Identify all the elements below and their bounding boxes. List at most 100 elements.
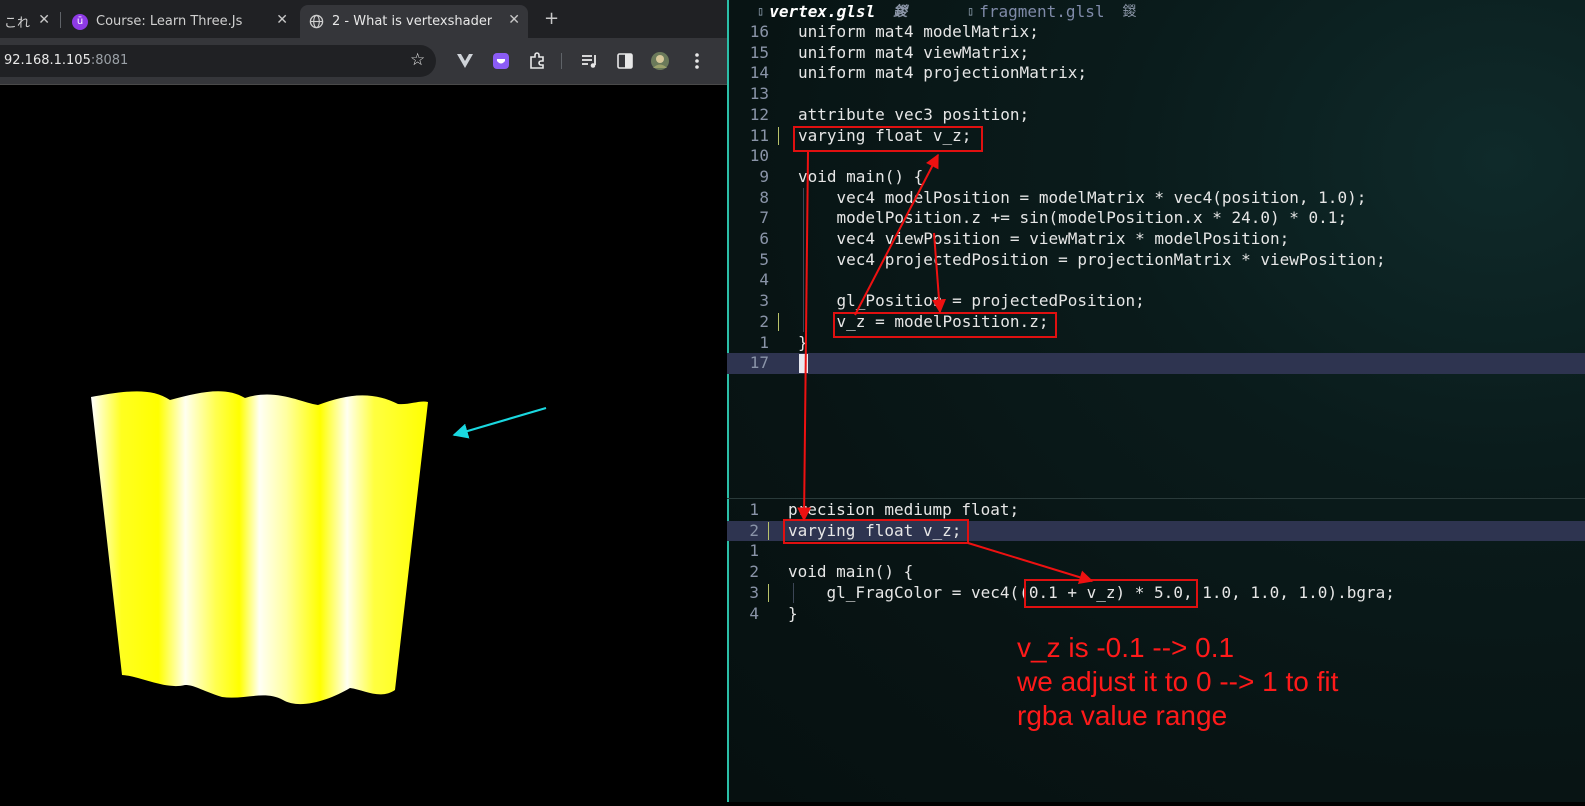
line-number: 8 bbox=[759, 187, 769, 207]
code-text: vec4 modelPosition = modelMatrix * vec4(… bbox=[798, 187, 1367, 207]
url-text: 92.168.1.105:8081 bbox=[4, 53, 128, 68]
code-line[interactable]: 17 bbox=[727, 353, 1585, 374]
line-number: 15 bbox=[749, 42, 769, 62]
code-line[interactable]: 10 bbox=[727, 146, 1585, 167]
side-panel-icon[interactable] bbox=[615, 51, 635, 71]
line-number: 1 bbox=[759, 332, 769, 352]
git-change-marker bbox=[768, 583, 769, 602]
code-text: modelPosition.z += sin(modelPosition.x *… bbox=[798, 208, 1348, 228]
close-tab-icon[interactable]: ✕ bbox=[38, 12, 50, 28]
line-number: 11 bbox=[749, 125, 769, 145]
annotation-line: we adjust it to 0 --> 1 to fit bbox=[1017, 666, 1339, 697]
tab-filename: fragment.glsl bbox=[979, 1, 1105, 21]
tab-japanese-page[interactable]: これ ✕ bbox=[0, 5, 58, 38]
code-line[interactable]: 9 void main() { bbox=[727, 167, 1585, 188]
code-line[interactable]: 11 varying float v_z; bbox=[727, 126, 1585, 147]
editor-tab-fragment[interactable]: ▯ fragment.glsl 鍐 bbox=[967, 0, 1136, 22]
line-number: 5 bbox=[759, 249, 769, 269]
line-number: 6 bbox=[759, 229, 769, 248]
url-host: 92.168.1.105 bbox=[4, 53, 91, 68]
tab-bar: これ ✕ ū Course: Learn Three.Js a ✕ 2 - Wh… bbox=[0, 0, 727, 38]
code-line[interactable]: 14 uniform mat4 projectionMatrix; bbox=[727, 63, 1585, 84]
code-line[interactable]: 1 precision mediump float; bbox=[727, 500, 1585, 521]
tab-separator bbox=[60, 12, 61, 28]
line-number: 9 bbox=[759, 166, 769, 186]
line-number: 1 bbox=[749, 541, 759, 561]
vue-devtools-icon[interactable] bbox=[455, 51, 475, 71]
code-text: varying float v_z; bbox=[788, 520, 962, 540]
code-text: gl_FragColor = vec4((0.1 + v_z) * 5.0, 1… bbox=[788, 582, 1395, 602]
tab-title: これ bbox=[4, 16, 31, 31]
code-line[interactable]: 16 uniform mat4 modelMatrix; bbox=[727, 22, 1585, 43]
annotation-line: v_z is -0.1 --> 0.1 bbox=[1017, 632, 1235, 663]
line-number: 10 bbox=[749, 146, 769, 166]
profile-avatar-icon[interactable] bbox=[650, 51, 670, 71]
url-port: :8081 bbox=[90, 53, 129, 68]
bookmark-star-icon[interactable]: ☆ bbox=[410, 50, 425, 70]
code-line[interactable]: 1} bbox=[727, 333, 1585, 354]
line-number: 12 bbox=[749, 104, 769, 124]
browser-menu-icon[interactable] bbox=[687, 51, 707, 71]
code-line[interactable]: 2 v_z = modelPosition.z; bbox=[727, 312, 1585, 333]
tab-course[interactable]: ū Course: Learn Three.Js a ✕ bbox=[64, 5, 296, 38]
new-tab-button[interactable]: + bbox=[544, 8, 559, 29]
udemy-icon: ū bbox=[72, 13, 88, 30]
indent-guide bbox=[793, 582, 794, 604]
line-number: 7 bbox=[759, 208, 769, 228]
code-line[interactable]: 7 modelPosition.z += sin(modelPosition.x… bbox=[727, 208, 1585, 229]
globe-icon bbox=[308, 14, 324, 30]
line-number: 3 bbox=[749, 582, 759, 602]
line-number: 2 bbox=[749, 520, 759, 540]
close-tab-icon[interactable]: ✕ bbox=[276, 12, 288, 28]
code-line[interactable]: 8 vec4 modelPosition = modelMatrix * vec… bbox=[727, 188, 1585, 209]
annotation-line: rgba value range bbox=[1017, 700, 1228, 731]
code-text: } bbox=[788, 603, 798, 623]
extension-shield-icon[interactable] bbox=[491, 51, 511, 71]
close-tab-icon[interactable]: ✕ bbox=[508, 12, 520, 28]
code-line[interactable]: 12 attribute vec3 position; bbox=[727, 105, 1585, 126]
code-line[interactable]: 3 gl_Position = projectedPosition; bbox=[727, 291, 1585, 312]
code-line[interactable]: 5 vec4 projectedPosition = projectionMat… bbox=[727, 250, 1585, 271]
wavy-plane-render bbox=[91, 391, 428, 705]
extensions-puzzle-icon[interactable] bbox=[527, 51, 547, 71]
media-queue-icon[interactable] bbox=[580, 51, 600, 71]
code-text: vec4 viewPosition = viewMatrix * modelPo… bbox=[798, 229, 1290, 248]
address-bar[interactable]: 92.168.1.105:8081 ☆ bbox=[0, 45, 436, 77]
code-line[interactable]: 4 bbox=[727, 270, 1585, 291]
indent-guide bbox=[803, 187, 804, 333]
tab-title: Course: Learn Three.Js a bbox=[96, 14, 246, 29]
code-text: uniform mat4 modelMatrix; bbox=[798, 22, 1039, 41]
line-number: 17 bbox=[749, 353, 769, 373]
git-change-marker bbox=[778, 126, 779, 145]
code-line[interactable]: 4} bbox=[727, 604, 1585, 625]
line-number: 1 bbox=[749, 500, 759, 519]
code-text: precision mediump float; bbox=[788, 500, 1020, 519]
code-text: } bbox=[798, 332, 808, 352]
line-number: 16 bbox=[749, 22, 769, 41]
toolbar-separator bbox=[561, 53, 562, 69]
line-number: 13 bbox=[749, 84, 769, 104]
line-number: 3 bbox=[759, 291, 769, 311]
editor-tab-vertex[interactable]: ▯ vertex.glsl 鍐 bbox=[757, 0, 907, 22]
file-icon: ▯ bbox=[757, 4, 765, 18]
tab-active-vertexshader[interactable]: 2 - What is vertexshader ✕ bbox=[300, 5, 528, 38]
code-text: uniform mat4 projectionMatrix; bbox=[798, 63, 1087, 83]
code-line[interactable]: 13 bbox=[727, 84, 1585, 105]
code-text: gl_Position = projectedPosition; bbox=[798, 291, 1145, 311]
browser-window: これ ✕ ū Course: Learn Three.Js a ✕ 2 - Wh… bbox=[0, 0, 727, 802]
line-number: 14 bbox=[749, 63, 769, 83]
code-line[interactable]: 15 uniform mat4 viewMatrix; bbox=[727, 43, 1585, 64]
code-line[interactable]: 2 varying float v_z; bbox=[727, 520, 1585, 542]
text-cursor bbox=[799, 354, 808, 374]
tab-title: 2 - What is vertexshader bbox=[332, 14, 492, 29]
code-line[interactable]: 2 void main() { bbox=[727, 562, 1585, 583]
code-text: uniform mat4 viewMatrix; bbox=[798, 42, 1030, 62]
modified-indicator: 鍐 bbox=[893, 4, 908, 20]
code-line[interactable]: 6 vec4 viewPosition = viewMatrix * model… bbox=[727, 229, 1585, 250]
git-change-marker bbox=[778, 312, 779, 331]
webgl-canvas[interactable] bbox=[0, 85, 727, 802]
code-text: attribute vec3 position; bbox=[798, 104, 1030, 124]
code-line[interactable]: 3 gl_FragColor = vec4((0.1 + v_z) * 5.0,… bbox=[727, 583, 1585, 604]
annotation-note: v_z is -0.1 --> 0.1 we adjust it to 0 --… bbox=[1017, 631, 1338, 733]
code-line[interactable]: 1 bbox=[727, 541, 1585, 562]
